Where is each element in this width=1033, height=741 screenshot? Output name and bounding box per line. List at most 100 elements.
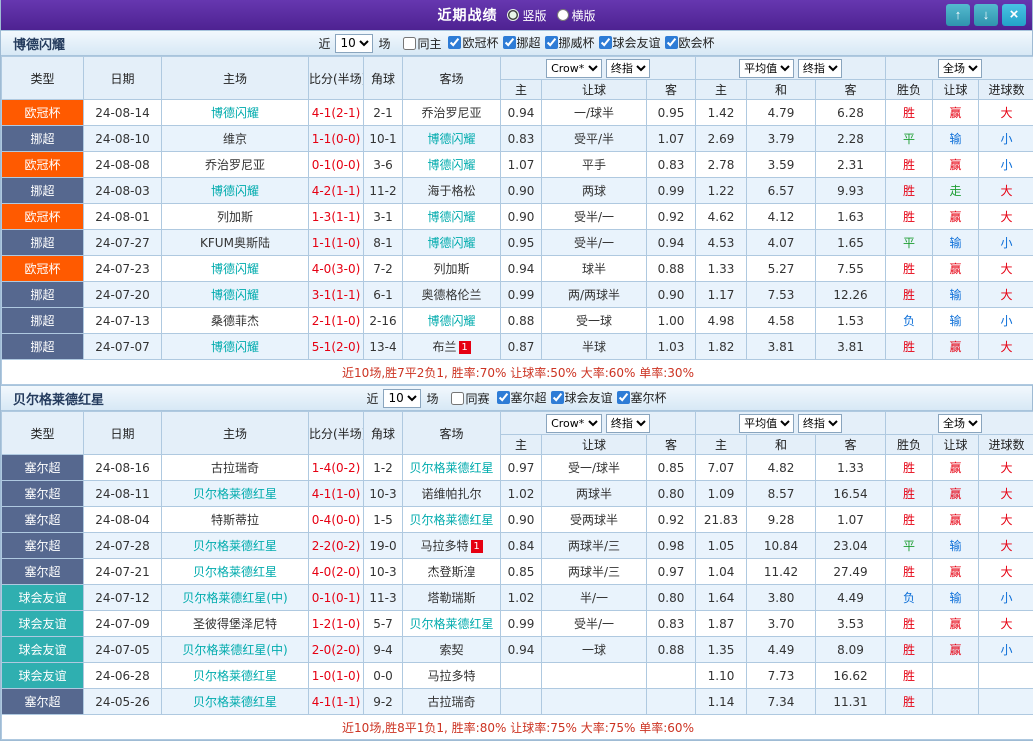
- avg-stage-select[interactable]: 终指: [798, 59, 842, 78]
- match-row: 塞尔超24-07-21贝尔格莱德红星4-0(2-0)10-3杰登斯湟0.85两球…: [2, 559, 1033, 585]
- handicap-line: 受平/半: [542, 126, 647, 152]
- avg-odds-away: 1.65: [816, 230, 886, 256]
- vertical-radio[interactable]: [507, 9, 519, 21]
- league-filter[interactable]: 球会友谊: [599, 34, 661, 51]
- corner-score: 1-2: [364, 455, 403, 481]
- league-checkbox[interactable]: [497, 391, 510, 404]
- home-team: 贝尔格莱德红星: [162, 559, 309, 585]
- avg-odds-home: 4.53: [696, 230, 747, 256]
- recent-count-select[interactable]: 10: [335, 34, 373, 53]
- odds-stage-select[interactable]: 终指: [606, 59, 650, 78]
- avg-odds-draw: 4.49: [747, 637, 816, 663]
- away-team: 博德闪耀: [403, 152, 501, 178]
- avg-odds-home: 2.69: [696, 126, 747, 152]
- match-row: 球会友谊24-07-09圣彼得堡泽尼特1-2(1-0)5-7贝尔格莱德红星0.9…: [2, 611, 1033, 637]
- same-venue-checkbox[interactable]: [451, 392, 464, 405]
- handicap-odds-home: [501, 663, 542, 689]
- move-up-button[interactable]: ↑: [946, 4, 970, 26]
- match-score: 1-1(1-0): [309, 230, 364, 256]
- match-date: 24-07-21: [84, 559, 162, 585]
- avg-company-select[interactable]: 平均值: [739, 59, 794, 78]
- col-score: 比分(半场): [309, 412, 364, 455]
- handicap-result: 赢: [933, 100, 979, 126]
- horizontal-radio[interactable]: [557, 9, 569, 21]
- league-checkbox[interactable]: [545, 36, 558, 49]
- league-type-badge: 球会友谊: [2, 585, 84, 611]
- odds-stage-select[interactable]: 终指: [606, 414, 650, 433]
- scope-select[interactable]: 全场: [938, 59, 982, 78]
- col-handicap: 让球: [542, 435, 647, 455]
- close-button[interactable]: ×: [1002, 4, 1026, 26]
- league-filter[interactable]: 欧会杯: [665, 34, 715, 51]
- league-checkbox[interactable]: [551, 391, 564, 404]
- move-down-button[interactable]: ↓: [974, 4, 998, 26]
- avg-odds-away: 1.53: [816, 308, 886, 334]
- league-type-badge: 挪超: [2, 334, 84, 360]
- match-date: 24-08-03: [84, 178, 162, 204]
- handicap-odds-away: 0.92: [647, 507, 696, 533]
- league-filter[interactable]: 挪超: [503, 34, 541, 51]
- handicap-result: 赢: [933, 455, 979, 481]
- col-home: 主场: [162, 412, 309, 455]
- avg-odds-away: 9.93: [816, 178, 886, 204]
- league-filter[interactable]: 塞尔超: [497, 389, 547, 406]
- col-avg-draw: 和: [747, 435, 816, 455]
- match-date: 24-08-04: [84, 507, 162, 533]
- avg-odds-draw: 4.82: [747, 455, 816, 481]
- match-score: 3-1(1-1): [309, 282, 364, 308]
- league-checkbox[interactable]: [448, 36, 461, 49]
- filter-bar: 近 10 场 同主 欧冠杯挪超挪威杯球会友谊欧会杯: [318, 34, 714, 53]
- league-filter[interactable]: 球会友谊: [551, 389, 613, 406]
- corner-score: 11-2: [364, 178, 403, 204]
- odds-company-select[interactable]: Crow*: [546, 414, 602, 433]
- corner-score: 0-0: [364, 663, 403, 689]
- col-away: 客场: [403, 57, 501, 100]
- layout-radio-horizontal[interactable]: 横版: [557, 7, 596, 24]
- goals-result: 大: [979, 481, 1033, 507]
- league-checkbox[interactable]: [503, 36, 516, 49]
- league-checkbox[interactable]: [617, 391, 630, 404]
- goals-result: 小: [979, 152, 1033, 178]
- league-type-badge: 球会友谊: [2, 611, 84, 637]
- layout-radio-vertical[interactable]: 竖版: [507, 7, 546, 24]
- average-odds-group: 平均值 终指: [696, 412, 886, 435]
- match-date: 24-07-12: [84, 585, 162, 611]
- league-label: 欧冠杯: [462, 34, 498, 51]
- league-checkbox[interactable]: [665, 36, 678, 49]
- col-avg-home: 主: [696, 435, 747, 455]
- league-filter[interactable]: 塞尔杯: [617, 389, 667, 406]
- match-date: 24-07-05: [84, 637, 162, 663]
- handicap-odds-home: 0.94: [501, 100, 542, 126]
- league-filter[interactable]: 挪威杯: [545, 34, 595, 51]
- match-date: 24-08-08: [84, 152, 162, 178]
- recent-count-select[interactable]: 10: [383, 389, 421, 408]
- avg-company-select[interactable]: 平均值: [739, 414, 794, 433]
- same-venue-filter[interactable]: 同主: [403, 35, 441, 52]
- col-date: 日期: [84, 57, 162, 100]
- same-venue-filter[interactable]: 同赛: [451, 390, 489, 407]
- avg-odds-away: 3.53: [816, 611, 886, 637]
- away-team: 乔治罗尼亚: [403, 100, 501, 126]
- avg-odds-home: 1.09: [696, 481, 747, 507]
- match-row: 球会友谊24-07-12贝尔格莱德红星(中)0-1(0-1)11-3塔勒瑞斯1.…: [2, 585, 1033, 611]
- handicap-odds-away: 1.00: [647, 308, 696, 334]
- match-date: 24-06-28: [84, 663, 162, 689]
- league-filter[interactable]: 欧冠杯: [448, 34, 498, 51]
- section-bode-glimt: 博德闪耀 近 10 场 同主 欧冠杯挪超挪威杯球会友谊欧会杯: [1, 30, 1032, 385]
- handicap-odds-away: 1.03: [647, 334, 696, 360]
- match-score: 2-1(1-0): [309, 308, 364, 334]
- same-venue-checkbox[interactable]: [403, 37, 416, 50]
- avg-stage-select[interactable]: 终指: [798, 414, 842, 433]
- odds-company-select[interactable]: Crow*: [546, 59, 602, 78]
- match-row: 挪超24-08-03博德闪耀4-2(1-1)11-2海于格松0.90两球0.99…: [2, 178, 1033, 204]
- goals-result: 小: [979, 126, 1033, 152]
- goals-result: 大: [979, 507, 1033, 533]
- goals-result: 大: [979, 611, 1033, 637]
- home-team: 贝尔格莱德红星: [162, 533, 309, 559]
- scope-select[interactable]: 全场: [938, 414, 982, 433]
- result-badge: 胜: [886, 637, 933, 663]
- league-checkbox[interactable]: [599, 36, 612, 49]
- avg-odds-away: 16.54: [816, 481, 886, 507]
- result-badge: 胜: [886, 481, 933, 507]
- match-score: 5-1(2-0): [309, 334, 364, 360]
